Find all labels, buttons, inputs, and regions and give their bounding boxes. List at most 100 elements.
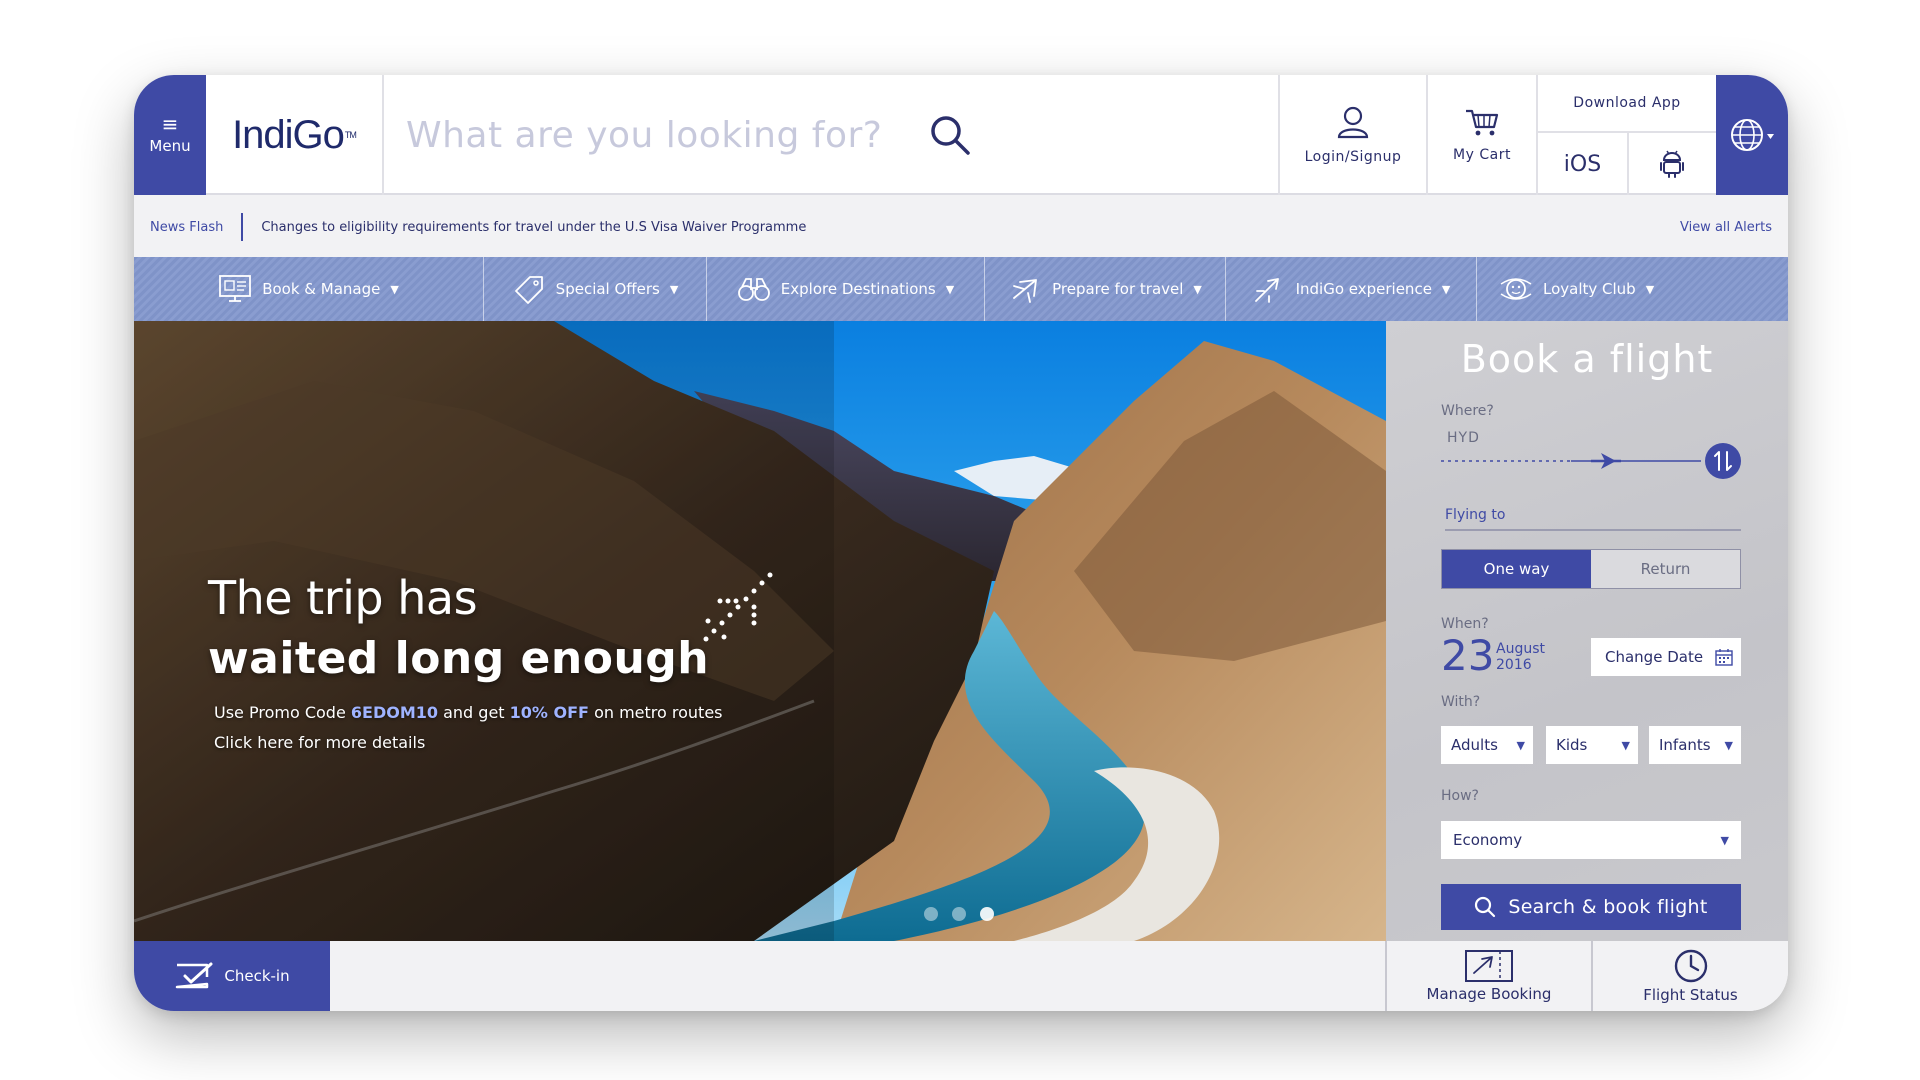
- flying-to-input[interactable]: [1445, 501, 1741, 531]
- globe-icon: [1731, 119, 1774, 151]
- caret-down-icon: ▼: [1720, 833, 1729, 847]
- nav-indigo-experience[interactable]: IndiGo experience ▼: [1226, 257, 1477, 321]
- user-icon: [1337, 106, 1369, 139]
- infants-dropdown[interactable]: Infants ▼: [1649, 726, 1741, 764]
- nav-explore-destinations[interactable]: Explore Destinations ▼: [707, 257, 985, 321]
- date-month-year: August 2016: [1496, 641, 1545, 673]
- caret-down-icon: ▼: [1724, 738, 1733, 752]
- language-selector[interactable]: [1716, 75, 1788, 195]
- logo-tm: TM: [344, 130, 357, 140]
- carousel-dot-1[interactable]: [924, 907, 938, 921]
- news-flash-text[interactable]: Changes to eligibility requirements for …: [261, 220, 806, 235]
- login-signup-button[interactable]: Login/Signup: [1278, 75, 1426, 195]
- search-book-flight-button[interactable]: Search & book flight: [1441, 884, 1741, 930]
- my-cart-button[interactable]: My Cart: [1426, 75, 1536, 195]
- logo-text: IndiGo: [232, 112, 345, 157]
- adults-dropdown[interactable]: Adults ▼: [1441, 726, 1533, 764]
- ios-app-button[interactable]: iOS: [1538, 133, 1627, 195]
- check-in-label: Check-in: [224, 967, 290, 985]
- route-plane-icon: [1591, 453, 1621, 469]
- promo-prefix: Use Promo Code: [214, 703, 351, 722]
- flight-status-button[interactable]: Flight Status: [1591, 941, 1788, 1011]
- manage-booking-button[interactable]: Manage Booking: [1385, 941, 1591, 1011]
- caret-down-icon: ▼: [1621, 738, 1630, 752]
- android-icon: [1660, 150, 1685, 178]
- nav-book-manage-label: Book & Manage: [262, 280, 381, 298]
- caret-down-icon: ▼: [1516, 738, 1525, 752]
- search-button-label: Search & book flight: [1508, 896, 1708, 918]
- view-all-alerts-link[interactable]: View all Alerts: [1680, 220, 1772, 235]
- kids-dropdown[interactable]: Kids ▼: [1546, 726, 1638, 764]
- nav-prepare-for-travel[interactable]: Prepare for travel ▼: [985, 257, 1226, 321]
- tag-icon: [514, 276, 543, 304]
- swap-icon[interactable]: [1705, 443, 1741, 479]
- caret-down-icon: ▼: [1193, 282, 1202, 296]
- book-flight-panel: Book a flight Where? HYD One way Return …: [1386, 321, 1788, 941]
- date-day: 23: [1441, 631, 1495, 680]
- nav-prepare-for-travel-label: Prepare for travel: [1052, 280, 1184, 298]
- app-window: ≡ Menu IndiGoTM Login/Signup: [134, 75, 1788, 1011]
- promo-code: 6EDOM10: [350, 703, 439, 722]
- return-option[interactable]: Return: [1591, 550, 1740, 588]
- nav-loyalty-club[interactable]: Loyalty Club ▼: [1477, 257, 1788, 321]
- hero-more-details-link[interactable]: Click here for more details: [214, 733, 425, 752]
- carousel-dots: [924, 907, 994, 921]
- menu-button[interactable]: ≡ Menu: [134, 75, 206, 195]
- kids-label: Kids: [1556, 736, 1588, 754]
- check-in-button[interactable]: Check-in: [134, 941, 330, 1011]
- ticket-icon: [1465, 950, 1513, 982]
- clock-icon: [1674, 949, 1707, 983]
- date-month: August: [1496, 641, 1545, 657]
- nav-special-offers-label: Special Offers: [555, 280, 660, 298]
- promo-mid: and get: [438, 703, 510, 722]
- change-date-button[interactable]: Change Date: [1591, 638, 1741, 676]
- calendar-icon: [1715, 649, 1733, 666]
- menu-label: Menu: [149, 137, 191, 155]
- plane-icon: [1013, 279, 1038, 303]
- main-nav: Book & Manage ▼ Special Offers ▼ Explore…: [134, 257, 1788, 321]
- cabin-class-dropdown[interactable]: Economy ▼: [1441, 821, 1741, 859]
- carousel-dot-2[interactable]: [952, 907, 966, 921]
- flight-status-label: Flight Status: [1643, 986, 1738, 1004]
- cart-icon: [1466, 109, 1499, 136]
- hero-heading-line1: The trip has: [208, 571, 478, 625]
- manage-booking-label: Manage Booking: [1426, 985, 1552, 1003]
- search-icon[interactable]: [928, 113, 972, 157]
- caret-down-icon: ▼: [1441, 282, 1451, 296]
- nav-book-manage[interactable]: Book & Manage ▼: [134, 257, 484, 321]
- check-in-icon: [176, 962, 213, 989]
- cabin-class-value: Economy: [1453, 831, 1523, 849]
- binoculars-icon: [737, 278, 770, 301]
- news-flash-label: News Flash: [150, 213, 244, 241]
- indigo-logo[interactable]: IndiGo TM: [206, 75, 384, 195]
- nav-explore-destinations-label: Explore Destinations: [780, 280, 936, 298]
- adults-label: Adults: [1451, 736, 1498, 754]
- hero-banner[interactable]: The trip has waited long enough Use Prom…: [134, 321, 1386, 941]
- caret-down-icon: ▼: [1645, 282, 1655, 296]
- android-app-button[interactable]: [1626, 133, 1716, 195]
- carousel-dot-3[interactable]: [980, 907, 994, 921]
- promo-discount: 10% OFF: [509, 703, 589, 722]
- download-app: Download App iOS: [1536, 75, 1716, 195]
- search-input[interactable]: [406, 114, 906, 156]
- where-label: Where?: [1441, 403, 1494, 419]
- hero-heading-line2: waited long enough: [208, 633, 710, 684]
- hamburger-icon: ≡: [161, 112, 179, 136]
- one-way-option[interactable]: One way: [1442, 550, 1591, 588]
- how-label: How?: [1441, 788, 1479, 804]
- cart-label: My Cart: [1453, 147, 1511, 163]
- search-bar: [384, 75, 1279, 195]
- search-icon: [1475, 896, 1496, 918]
- hero-promo-text: Use Promo Code 6EDOM10 and get 10% OFF o…: [214, 703, 723, 722]
- caret-down-icon: ▼: [669, 282, 679, 296]
- nav-special-offers[interactable]: Special Offers ▼: [484, 257, 707, 321]
- bottom-bar: Check-in Manage Booking Flight Status: [134, 941, 1788, 1011]
- route-line: [1441, 443, 1741, 479]
- nav-indigo-experience-label: IndiGo experience: [1295, 280, 1432, 298]
- plane-takeoff-icon: [1254, 278, 1279, 303]
- trip-type-toggle: One way Return: [1441, 549, 1741, 589]
- with-label: With?: [1441, 694, 1481, 710]
- caret-down-icon: ▼: [390, 282, 399, 296]
- date-year: 2016: [1496, 657, 1532, 673]
- dotted-plane-icon: [703, 572, 773, 642]
